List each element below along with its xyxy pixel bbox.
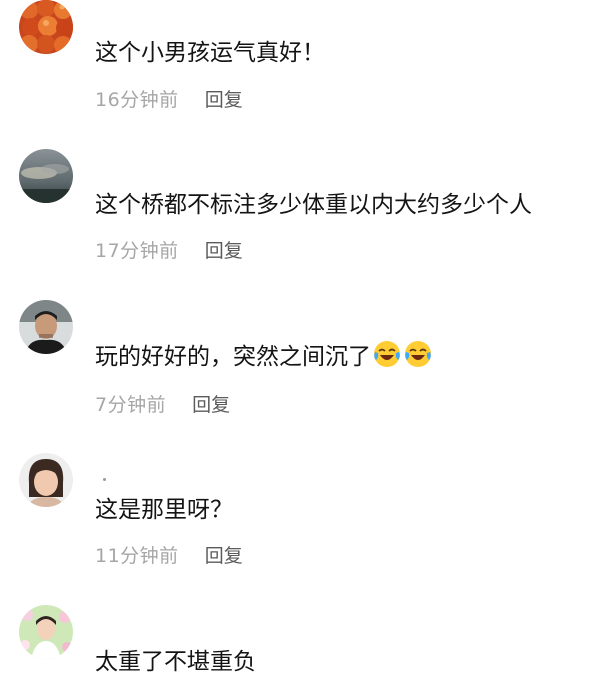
- man-portrait-avatar-icon: [19, 300, 73, 354]
- comment-time: 16分钟前: [95, 89, 179, 111]
- comment-text-content: 玩的好好的，突然之间沉了: [95, 344, 371, 370]
- comment-meta: 17分钟前 回复: [95, 239, 243, 263]
- reply-button[interactable]: 回复: [205, 545, 243, 567]
- user-avatar[interactable]: [19, 149, 73, 203]
- comment-time: 17分钟前: [95, 240, 179, 262]
- laughing-crying-emoji-icon: [403, 339, 433, 369]
- user-avatar[interactable]: [19, 0, 73, 54]
- laughing-crying-emoji-icon: [372, 339, 402, 369]
- comment-text: 这个桥都不标注多少体重以内大约多少个人: [95, 192, 532, 218]
- user-avatar[interactable]: [19, 605, 73, 659]
- comment-meta: 7分钟前 回复: [95, 393, 230, 417]
- comment-time: 7分钟前: [95, 394, 167, 416]
- reply-button[interactable]: 回复: [205, 89, 243, 111]
- cloudy-sky-avatar-icon: [19, 149, 73, 203]
- comment-meta: 16分钟前 回复: [95, 88, 243, 112]
- comment-text: 这是那里呀？: [95, 497, 233, 523]
- decorative-dot: [103, 478, 106, 481]
- comment-text: 这个小男孩运气真好！: [95, 40, 325, 66]
- reply-button[interactable]: 回复: [192, 394, 230, 416]
- comment-time: 11分钟前: [95, 545, 179, 567]
- woman-portrait-avatar-icon: [19, 453, 73, 507]
- comment-meta: 11分钟前 回复: [95, 544, 243, 568]
- user-avatar[interactable]: [19, 300, 73, 354]
- user-avatar[interactable]: [19, 453, 73, 507]
- reply-button[interactable]: 回复: [205, 240, 243, 262]
- comment-text: 玩的好好的，突然之间沉了: [95, 339, 433, 372]
- oranges-avatar-icon: [19, 0, 73, 54]
- comment-text: 太重了不堪重负: [95, 649, 256, 675]
- flowers-portrait-avatar-icon: [19, 605, 73, 659]
